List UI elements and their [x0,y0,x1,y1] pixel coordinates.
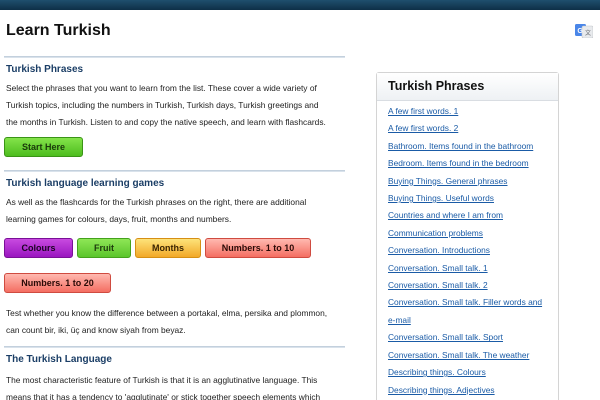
sidebar-link[interactable]: Conversation. Small talk. Filler words a… [388,297,542,307]
sidebar-item: Communication problems [388,225,556,242]
sidebar-item: Conversation. Small talk. 2 [388,277,556,294]
sidebar-link[interactable]: Conversation. Small talk. The weather [388,350,529,360]
sidebar-item: Conversation. Small talk. Sport [388,329,556,346]
games-heading: Turkish language learning games [6,178,165,189]
language-line-1: The most characteristic feature of Turki… [6,375,318,385]
sidebar-link[interactable]: Bathroom. Items found in the bathroom [388,141,533,151]
sidebar-link[interactable]: Bedroom. Items found in the bedroom [388,158,529,168]
svg-text:文: 文 [585,29,591,37]
games-after-text: Test whether you know the difference bet… [6,305,346,339]
sidebar-link[interactable]: e-mail [388,315,411,325]
sidebar-link[interactable]: Conversation. Small talk. 2 [388,280,488,290]
sidebar-link[interactable]: Describing things. Adjectives [388,385,495,395]
phrases-description: Select the phrases that you want to lear… [6,80,346,131]
games-line-2: learning games for colours, days, fruit,… [6,214,232,224]
sidebar-link[interactable]: Buying Things. General phrases [388,176,508,186]
sidebar-item: Describing things. Colours [388,364,556,381]
sidebar-link[interactable]: A few first words. 1 [388,106,458,116]
numbers-1-10-game-button[interactable]: Numbers. 1 to 10 [205,238,311,258]
start-here-button[interactable]: Start Here [4,137,83,157]
sidebar-item: Describing things. Adjectives [388,382,556,399]
google-translate-icon[interactable]: G 文 [575,24,593,38]
games-description: As well as the flashcards for the Turkis… [6,194,346,228]
phrases-line-2: Turkish topics, including the numbers in… [6,100,319,110]
page-title: Learn Turkish [6,22,111,39]
language-description: The most characteristic feature of Turki… [6,372,346,400]
section-divider [4,56,345,58]
phrases-line-3: the months in Turkish. Listen to and cop… [6,117,326,127]
sidebar-item: Countries and where I am from [388,207,556,224]
sidebar-item: Bedroom. Items found in the bedroom [388,155,556,172]
sidebar-link[interactable]: Communication problems [388,228,483,238]
months-game-button[interactable]: Months [135,238,201,258]
sidebar-item: A few first words. 2 [388,120,556,137]
sidebar-list: A few first words. 1 A few first words. … [388,103,556,399]
sidebar-item: Conversation. Small talk. 1 [388,260,556,277]
sidebar-item: Bathroom. Items found in the bathroom [388,138,556,155]
section-divider [4,346,345,348]
sidebar-link[interactable]: Describing things. Colours [388,367,486,377]
sidebar-item: Conversation. Small talk. Filler words a… [388,294,556,311]
fruit-game-button[interactable]: Fruit [77,238,131,258]
games-after-line-2: can count bir, iki, üç and know siyah fr… [6,325,186,335]
games-after-line-1: Test whether you know the difference bet… [6,308,328,318]
sidebar-link[interactable]: Countries and where I am from [388,210,503,220]
svg-text:G: G [577,28,583,35]
sidebar-link[interactable]: A few first words. 2 [388,123,458,133]
sidebar-item: Conversation. Small talk. The weather [388,347,556,364]
sidebar-link[interactable]: Buying Things. Useful words [388,193,494,203]
sidebar-item: Buying Things. General phrases [388,173,556,190]
sidebar-header: Turkish Phrases [377,73,558,101]
sidebar-item: A few first words. 1 [388,103,556,120]
language-line-2: means that it has a tendency to 'aggluti… [6,392,321,400]
sidebar-link[interactable]: Conversation. Small talk. 1 [388,263,488,273]
sidebar-link[interactable]: Conversation. Small talk. Sport [388,332,503,342]
phrases-line-1: Select the phrases that you want to lear… [6,83,317,93]
section-divider [4,170,345,172]
sidebar-link[interactable]: Conversation. Introductions [388,245,490,255]
numbers-1-20-game-button[interactable]: Numbers. 1 to 20 [4,273,111,293]
sidebar-phrases: Turkish Phrases A few first words. 1 A f… [376,72,559,400]
colours-game-button[interactable]: Colours [4,238,73,258]
phrases-heading: Turkish Phrases [6,64,84,75]
sidebar-item: Conversation. Introductions [388,242,556,259]
sidebar-item: e-mail [388,312,556,329]
sidebar-title: Turkish Phrases [388,79,485,93]
main-content: Learn Turkish Turkish Phrases Select the… [0,0,350,400]
games-line-1: As well as the flashcards for the Turkis… [6,197,307,207]
sidebar-item: Buying Things. Useful words [388,190,556,207]
language-heading: The Turkish Language [6,354,112,365]
